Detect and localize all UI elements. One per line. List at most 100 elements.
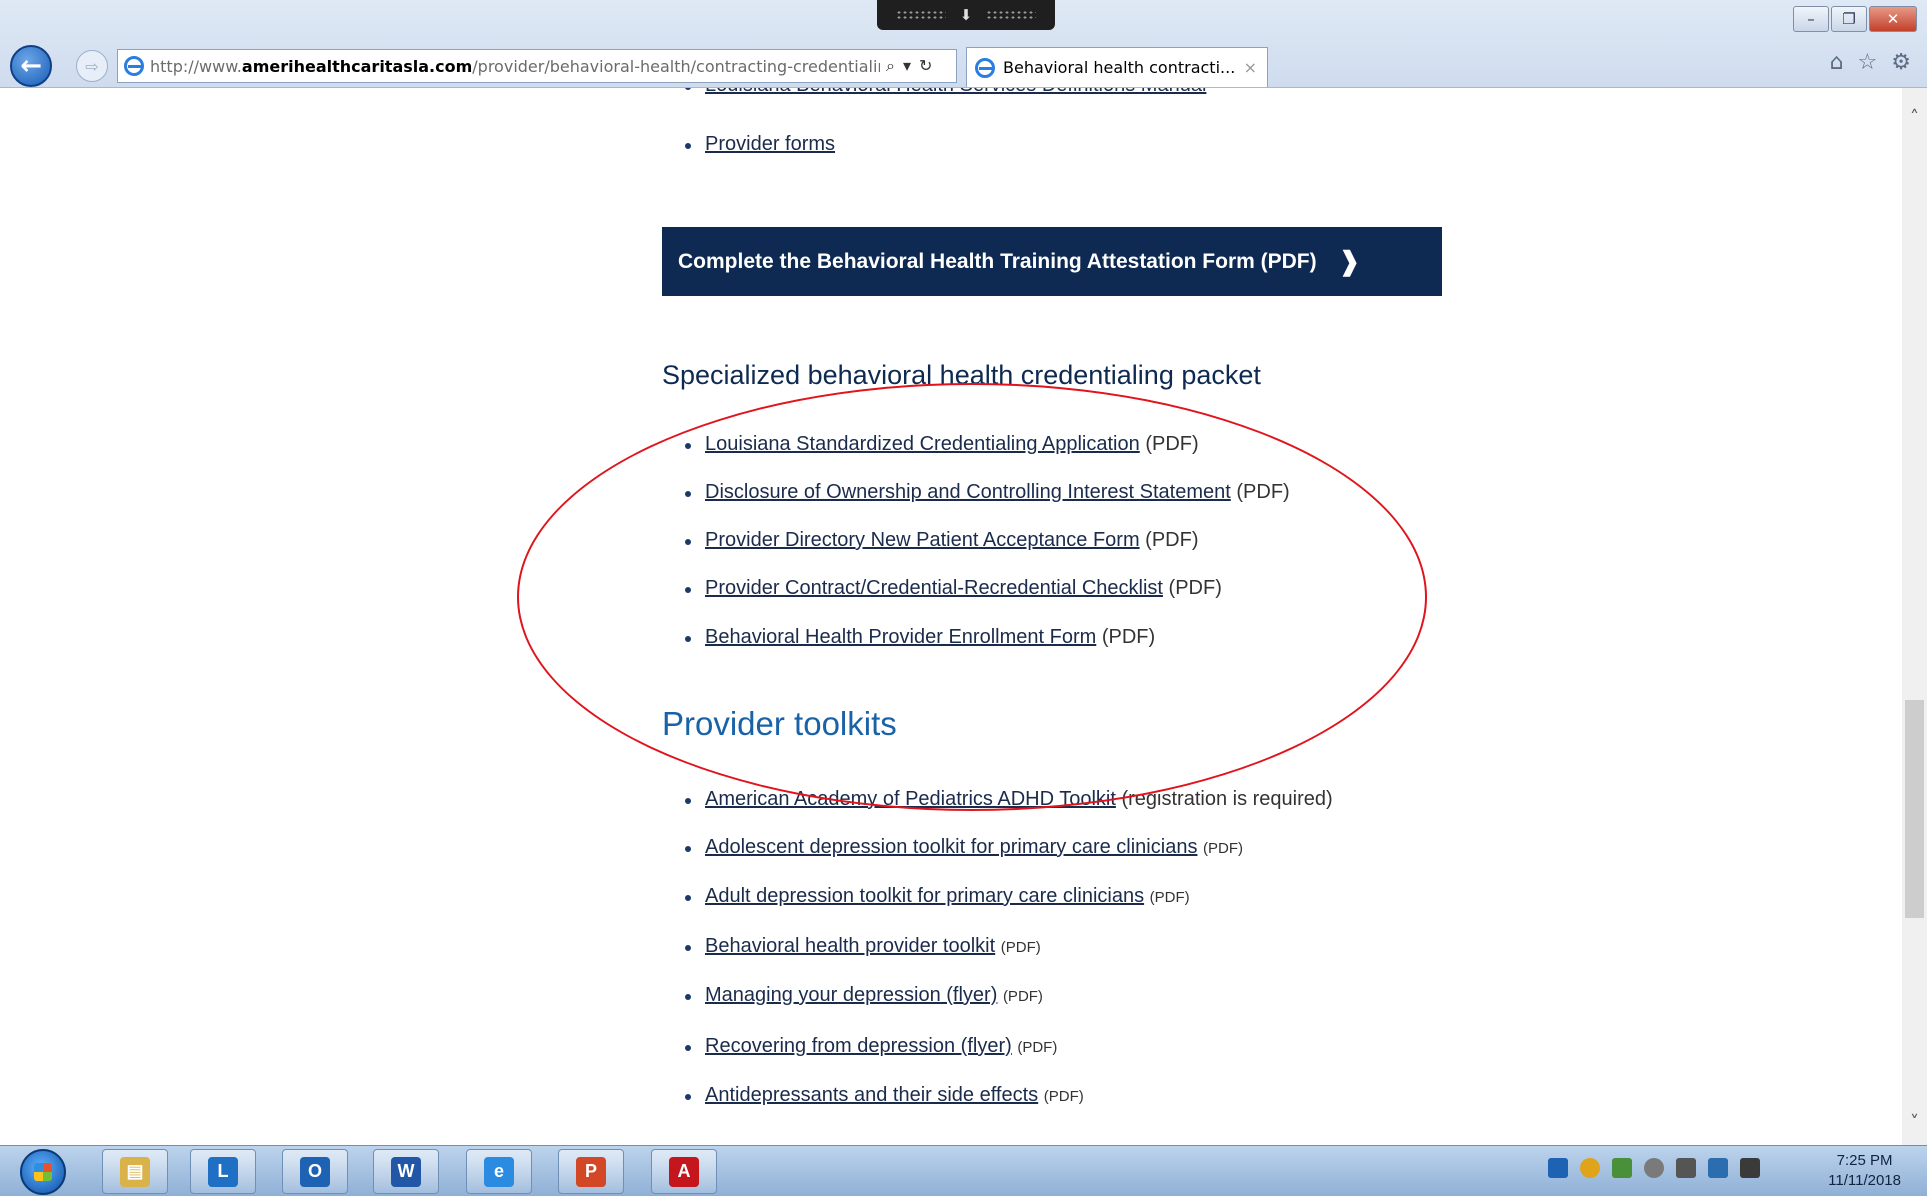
page-content: Louisiana Behavioral Health Services Def…: [0, 88, 1902, 1145]
list-item: American Academy of Pediatrics ADHD Tool…: [685, 788, 1333, 811]
internet-explorer-icon: e: [484, 1156, 514, 1187]
browser-toolbar-icons: ⌂ ☆ ⚙: [1830, 50, 1911, 75]
attestation-form-label: Complete the Behavioral Health Training …: [678, 249, 1317, 273]
outlook-tray-icon[interactable]: [1548, 1158, 1568, 1178]
pdf-tag: (PDF): [1145, 433, 1199, 455]
taskbar-app-file-manager[interactable]: ▤: [102, 1149, 168, 1194]
grip-dots: [986, 10, 1037, 20]
minimize-button[interactable]: –: [1793, 6, 1829, 32]
list-item: Provider forms: [684, 133, 835, 156]
browser-chrome: ⬇ – ❐ ✕ ← ⇨ http://www.amerihealthcarita…: [0, 0, 1927, 88]
restore-button[interactable]: ❐: [1831, 6, 1867, 32]
taskbar-app-word[interactable]: W: [373, 1149, 439, 1194]
recredential-checklist-link[interactable]: Provider Contract/Credential-Recredentia…: [705, 577, 1163, 599]
favorites-star-icon[interactable]: ☆: [1858, 50, 1878, 75]
download-arrow-icon: ⬇: [959, 5, 973, 24]
powerpoint-icon: P: [576, 1156, 606, 1187]
list-item: Disclosure of Ownership and Controlling …: [685, 481, 1290, 504]
attestation-form-button[interactable]: Complete the Behavioral Health Training …: [662, 227, 1442, 296]
pdf-tag: (PDF): [1002, 988, 1043, 1005]
clock-time: 7:25 PM: [1836, 1152, 1893, 1169]
dropdown-icon[interactable]: ▾: [903, 56, 911, 76]
close-window-button[interactable]: ✕: [1869, 6, 1917, 32]
provider-toolkits-heading: Provider toolkits: [662, 705, 897, 742]
definitions-manual-link[interactable]: Louisiana Behavioral Health Services Def…: [705, 88, 1206, 96]
taskbar-app-lync[interactable]: L: [190, 1149, 256, 1194]
pdf-tag: (PDF): [1101, 626, 1156, 648]
list-item: Antidepressants and their side effects (…: [685, 1084, 1084, 1107]
sync-tray-icon[interactable]: [1644, 1158, 1664, 1178]
start-button[interactable]: [20, 1149, 66, 1195]
scroll-down-icon[interactable]: ˅: [1902, 1111, 1927, 1135]
list-item: Louisiana Behavioral Health Services Def…: [684, 88, 1206, 97]
patient-acceptance-form-link[interactable]: Provider Directory New Patient Acceptanc…: [705, 529, 1140, 551]
volume-icon[interactable]: [1740, 1158, 1760, 1178]
acrobat-icon: A: [669, 1156, 699, 1187]
windows-taskbar: ▤ L O W e P A 7:25 PM 11/11/2018: [0, 1145, 1927, 1196]
credentialing-packet-heading: Specialized behavioral health credential…: [662, 360, 1261, 390]
pdf-tag: (PDF): [1043, 1088, 1084, 1105]
antidepressants-side-effects-link[interactable]: Antidepressants and their side effects: [705, 1084, 1038, 1106]
list-item: Provider Contract/Credential-Recredentia…: [685, 577, 1222, 600]
scrollbar-thumb[interactable]: [1905, 700, 1924, 918]
display-tray-icon[interactable]: [1708, 1158, 1728, 1178]
tab-behavioral-health[interactable]: Behavioral health contracti... ×: [966, 47, 1268, 87]
fullscreen-grip[interactable]: ⬇: [877, 0, 1055, 30]
pdf-tag: (PDF): [1168, 577, 1222, 599]
taskbar-app-outlook[interactable]: O: [282, 1149, 348, 1194]
list-item: Adolescent depression toolkit for primar…: [684, 836, 1244, 859]
pdf-tag: (PDF): [1149, 889, 1190, 906]
home-icon[interactable]: ⌂: [1830, 50, 1844, 75]
tab-close-icon[interactable]: ×: [1244, 58, 1257, 77]
enrollment-form-link[interactable]: Behavioral Health Provider Enrollment Fo…: [705, 626, 1096, 648]
outlook-icon: O: [300, 1156, 330, 1187]
behavioral-health-toolkit-link[interactable]: Behavioral health provider toolkit: [705, 935, 995, 957]
list-item: Adult depression toolkit for primary car…: [685, 885, 1190, 908]
system-clock[interactable]: 7:25 PM 11/11/2018: [1828, 1151, 1901, 1191]
adhd-toolkit-link[interactable]: American Academy of Pediatrics ADHD Tool…: [705, 788, 1116, 810]
provider-forms-link[interactable]: Provider forms: [705, 133, 835, 155]
list-item: Louisiana Standardized Credentialing App…: [685, 433, 1199, 456]
printer-tray-icon[interactable]: [1676, 1158, 1696, 1178]
managing-depression-flyer-link[interactable]: Managing your depression (flyer): [705, 984, 997, 1006]
refresh-icon[interactable]: ↻: [919, 56, 932, 76]
taskbar-app-powerpoint[interactable]: P: [558, 1149, 624, 1194]
pdf-tag: (PDF): [1145, 529, 1199, 551]
disclosure-ownership-link[interactable]: Disclosure of Ownership and Controlling …: [705, 481, 1231, 503]
pdf-tag: (PDF): [1017, 1039, 1058, 1056]
pdf-tag: (PDF): [1000, 939, 1041, 956]
credentialing-application-link[interactable]: Louisiana Standardized Credentialing App…: [705, 433, 1140, 455]
url-text[interactable]: http://www.amerihealthcaritasla.com/prov…: [150, 57, 880, 76]
address-bar[interactable]: http://www.amerihealthcaritasla.com/prov…: [117, 49, 957, 83]
list-item: Provider Directory New Patient Acceptanc…: [685, 529, 1199, 552]
adolescent-depression-toolkit-link[interactable]: Adolescent depression toolkit for primar…: [705, 836, 1197, 858]
scroll-up-icon[interactable]: ˄: [1902, 106, 1927, 130]
chrome-tray-icon[interactable]: [1580, 1158, 1600, 1178]
folder-icon: ▤: [120, 1156, 150, 1187]
list-item: Behavioral health provider toolkit (PDF): [685, 935, 1041, 958]
list-item: Recovering from depression (flyer) (PDF): [684, 1035, 1058, 1058]
pdf-tag: (PDF): [1236, 481, 1290, 503]
search-icon[interactable]: ⌕: [886, 56, 895, 76]
recovering-depression-flyer-link[interactable]: Recovering from depression (flyer): [705, 1035, 1012, 1057]
chevron-right-icon: ❱: [1338, 246, 1361, 276]
pdf-tag: (PDF): [1203, 840, 1244, 857]
taskbar-app-acrobat[interactable]: A: [651, 1149, 717, 1194]
forward-button[interactable]: ⇨: [76, 50, 108, 82]
ie-page-icon: [124, 56, 144, 76]
taskbar-app-internet-explorer[interactable]: e: [466, 1149, 532, 1194]
vertical-scrollbar[interactable]: ˄ ˅: [1902, 88, 1927, 1145]
tab-title: Behavioral health contracti...: [1003, 58, 1236, 77]
word-icon: W: [391, 1156, 421, 1187]
network-tray-icon[interactable]: [1612, 1158, 1632, 1178]
lync-icon: L: [208, 1156, 238, 1187]
back-button[interactable]: ←: [10, 45, 52, 87]
window-controls: – ❐ ✕: [1793, 6, 1917, 32]
ie-tab-icon: [975, 57, 995, 78]
list-item: Managing your depression (flyer) (PDF): [685, 984, 1043, 1007]
tools-gear-icon[interactable]: ⚙: [1891, 50, 1911, 75]
adult-depression-toolkit-link[interactable]: Adult depression toolkit for primary car…: [705, 885, 1144, 907]
grip-dots: [895, 10, 946, 20]
list-item: Behavioral Health Provider Enrollment Fo…: [684, 626, 1156, 649]
registration-note: (registration is required): [1121, 788, 1333, 810]
